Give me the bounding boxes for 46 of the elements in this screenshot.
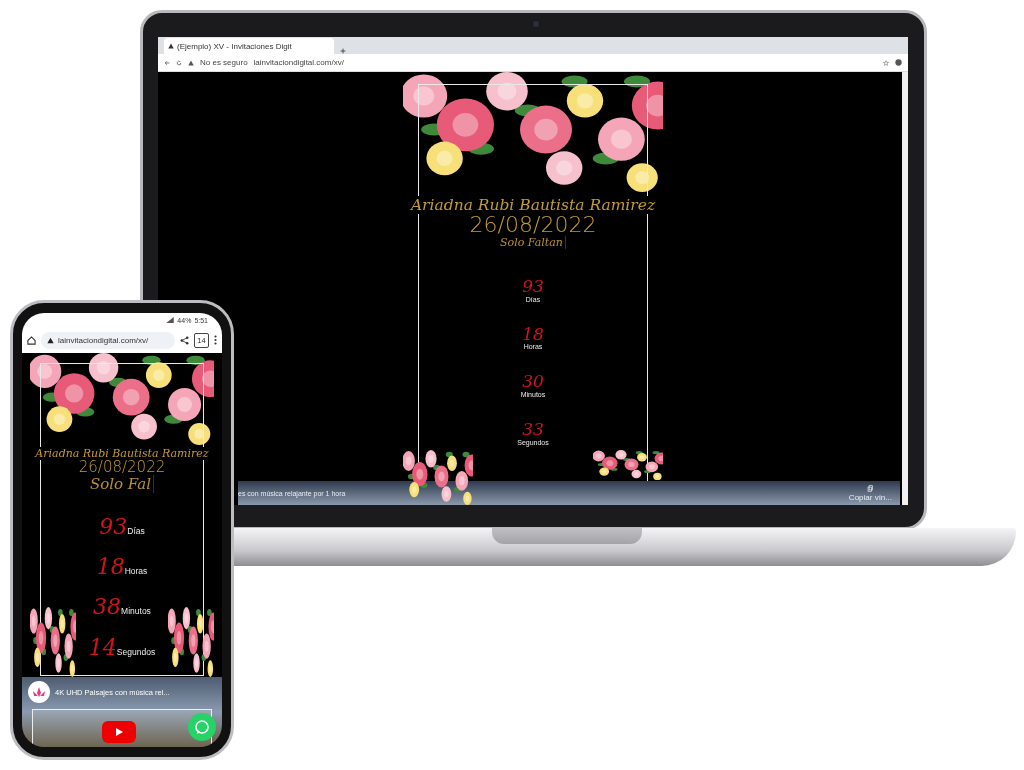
invitation-date: 26/08/2022 — [78, 460, 166, 475]
warning-icon — [47, 336, 54, 344]
countdown-number: 93 — [522, 277, 544, 296]
play-icon — [114, 727, 124, 737]
countdown-unit: Horas — [124, 566, 148, 577]
url-field[interactable]: lainvitaciondigital.com/xv/ — [253, 58, 877, 67]
countdown-unit: Minutos — [121, 606, 151, 617]
share-icon[interactable] — [180, 335, 189, 345]
channel-avatar — [28, 681, 50, 703]
reload-icon[interactable] — [176, 59, 182, 66]
invitation-name: Ariadna Rubi Bautista Ramirez — [408, 196, 658, 214]
star-icon[interactable] — [883, 59, 889, 66]
flower-drawing — [30, 607, 76, 677]
countdown-number: 93 — [99, 515, 128, 540]
camera-icon — [533, 21, 539, 27]
security-label: No es seguro — [200, 58, 248, 67]
invitation-date: 26/08/2022 — [469, 214, 597, 236]
chat-icon — [194, 719, 210, 735]
flower-drawing — [168, 607, 214, 677]
signal-icon — [166, 317, 175, 323]
countdown-unit: Segundos — [116, 646, 156, 657]
flower-drawing — [593, 450, 663, 480]
countdown-heading: Solo Fal — [89, 475, 154, 493]
flower-drawing — [403, 450, 473, 505]
warning-icon — [188, 59, 194, 66]
more-icon[interactable] — [214, 335, 217, 345]
copy-link-button[interactable]: Copiar vín... — [848, 484, 892, 502]
countdown-unit: Días — [127, 526, 145, 536]
warning-icon — [168, 43, 174, 49]
countdown-number: 18 — [522, 324, 544, 344]
countdown-number: 14 — [88, 635, 117, 660]
back-icon[interactable] — [164, 59, 170, 66]
profile-icon[interactable] — [895, 59, 902, 66]
plus-icon[interactable] — [340, 48, 346, 54]
countdown-heading: Solo Faltan — [500, 236, 566, 249]
chat-button[interactable] — [188, 713, 216, 741]
countdown-number: 30 — [522, 372, 544, 392]
play-button[interactable] — [102, 721, 136, 743]
countdown-number: 33 — [522, 420, 544, 439]
browser-tab[interactable]: (Ejemplo) XV - Invitaciones Digit — [164, 38, 334, 54]
home-icon[interactable] — [27, 335, 36, 345]
copy-icon — [866, 484, 874, 492]
countdown-number: 18 — [96, 555, 125, 580]
countdown-number: 38 — [93, 595, 122, 620]
url-field[interactable]: lainvitaciondigital.com/xv/ — [41, 331, 175, 349]
invitation-name: Ariadna Rubi Bautista Ramirez — [33, 447, 211, 460]
